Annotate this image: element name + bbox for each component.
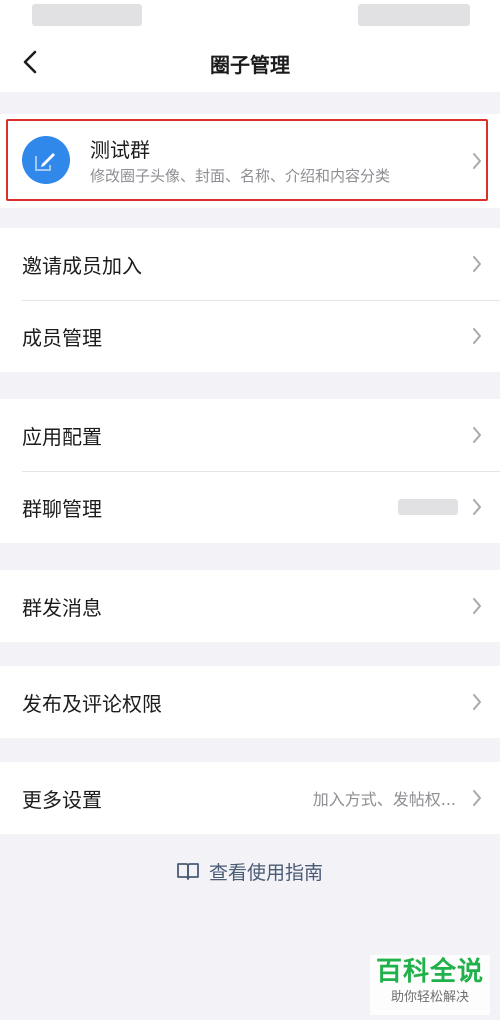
user-guide-label: 查看使用指南 <box>208 861 323 884</box>
user-guide-link[interactable]: 查看使用指南 <box>0 856 500 886</box>
app-config-label: 应用配置 <box>22 424 102 449</box>
broadcast-message-row[interactable]: 群发消息 <box>0 570 500 642</box>
chevron-right-icon <box>473 499 481 515</box>
highlight-box <box>6 119 488 201</box>
settings-group-1: 邀请成员加入 成员管理 <box>0 228 500 372</box>
status-bar-right-blur <box>358 4 470 26</box>
group-chat-row[interactable]: 群聊管理 <box>0 471 500 543</box>
settings-group-3: 群发消息 <box>0 570 500 642</box>
group-chat-label: 群聊管理 <box>22 496 102 521</box>
post-comment-permission-row[interactable]: 发布及评论权限 <box>0 666 500 738</box>
invite-members-row[interactable]: 邀请成员加入 <box>0 228 500 300</box>
chevron-right-icon <box>473 427 481 443</box>
watermark: 百科全说 助你轻松解决 <box>370 955 490 1015</box>
more-settings-value: 加入方式、发帖权... <box>312 790 456 809</box>
status-bar <box>0 0 500 30</box>
post-comment-permission-label: 发布及评论权限 <box>22 691 162 716</box>
settings-group-4: 发布及评论权限 <box>0 666 500 738</box>
chevron-right-icon <box>473 694 481 710</box>
more-settings-row[interactable]: 更多设置 加入方式、发帖权... <box>0 762 500 834</box>
book-icon <box>177 863 199 880</box>
settings-group-2: 应用配置 群聊管理 <box>0 399 500 543</box>
chevron-right-icon <box>473 328 481 344</box>
broadcast-message-label: 群发消息 <box>22 595 102 620</box>
group-chat-value-blur <box>398 499 458 515</box>
chevron-right-icon <box>473 256 481 272</box>
app-config-row[interactable]: 应用配置 <box>0 399 500 471</box>
member-management-row[interactable]: 成员管理 <box>0 300 500 372</box>
chevron-right-icon <box>473 598 481 614</box>
circle-info-row[interactable]: 测试群 修改圈子头像、封面、名称、介绍和内容分类 <box>0 114 500 208</box>
settings-group-5: 更多设置 加入方式、发帖权... <box>0 762 500 834</box>
more-settings-label: 更多设置 <box>22 787 102 812</box>
nav-bar: 圈子管理 <box>0 30 500 92</box>
watermark-main: 百科全说 <box>375 957 484 987</box>
page-title: 圈子管理 <box>210 53 290 77</box>
invite-members-label: 邀请成员加入 <box>22 253 142 278</box>
chevron-right-icon <box>473 790 481 806</box>
status-bar-left-blur <box>32 4 142 26</box>
watermark-sub: 助你轻松解决 <box>390 990 469 1005</box>
member-management-label: 成员管理 <box>22 325 102 350</box>
